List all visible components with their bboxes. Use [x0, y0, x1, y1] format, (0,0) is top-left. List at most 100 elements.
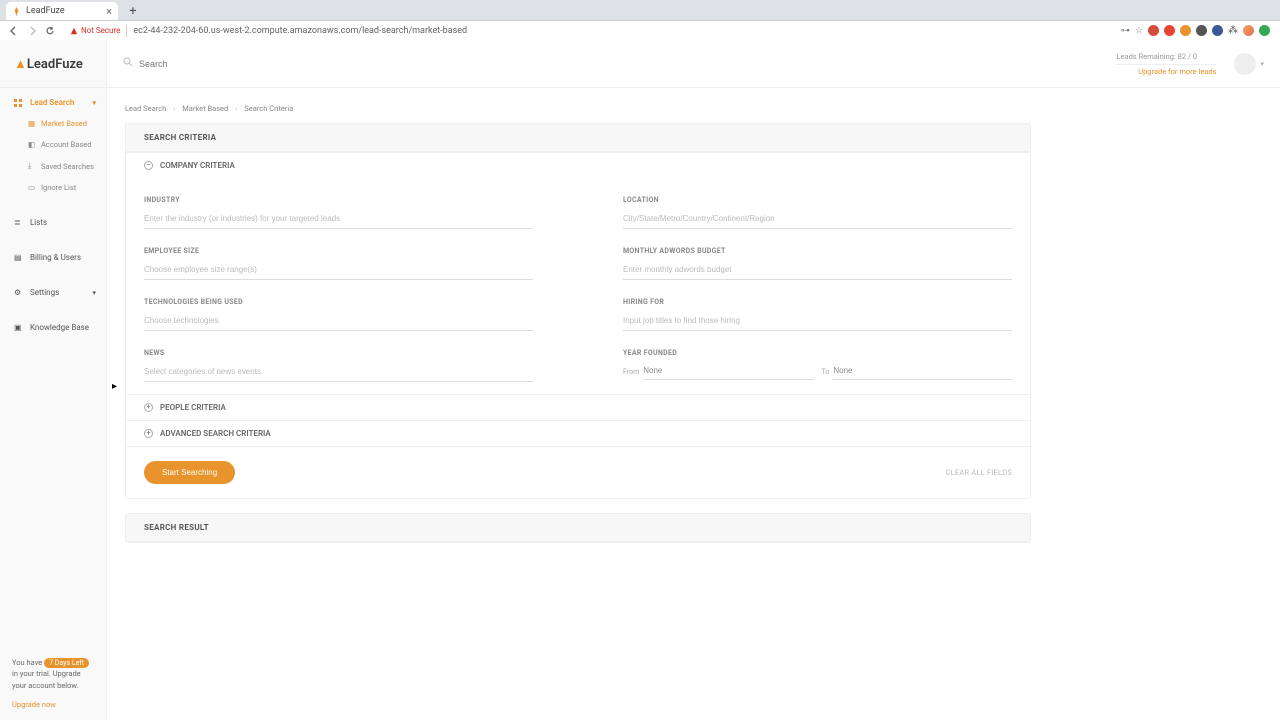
- section-title: COMPANY CRITERIA: [160, 161, 235, 170]
- sidebar-nav: Lead Search ▾ ▦ Market Based ◧ Account B…: [0, 88, 106, 647]
- collapse-icon: –: [144, 161, 153, 170]
- clear-all-link[interactable]: CLEAR ALL FIELDS: [946, 468, 1012, 477]
- back-button[interactable]: [6, 23, 22, 39]
- book-icon: ▣: [14, 323, 24, 332]
- people-criteria-header[interactable]: + PEOPLE CRITERIA: [126, 394, 1030, 420]
- nav-label: Saved Searches: [41, 162, 94, 171]
- chevron-down-icon: ▾: [92, 99, 96, 107]
- leads-info: Leads Remaining: 82 / 0 Upgrade for more…: [1116, 52, 1216, 76]
- global-search-input[interactable]: [139, 59, 339, 69]
- nav-settings[interactable]: ⚙ Settings ▾: [0, 282, 106, 303]
- billing-icon: ▤: [14, 253, 24, 262]
- nav-lead-search[interactable]: Lead Search ▾: [0, 92, 106, 113]
- extension-icon[interactable]: [1148, 25, 1159, 36]
- nav-saved-searches[interactable]: ⤓ Saved Searches: [26, 155, 106, 177]
- sidebar: ▲LeadFuze Lead Search ▾ ▦ Market Based ◧…: [0, 40, 107, 720]
- extension-icon[interactable]: [1259, 25, 1270, 36]
- search-wrap: [123, 57, 1116, 70]
- nav-sub: ▦ Market Based ◧ Account Based ⤓ Saved S…: [0, 113, 106, 198]
- extension-icon[interactable]: [1196, 25, 1207, 36]
- address-bar: Not Secure ec2-44-232-204-60.us-west-2.c…: [0, 20, 1280, 40]
- browser-tab[interactable]: LeadFuze ×: [6, 2, 118, 20]
- forward-button[interactable]: [24, 23, 40, 39]
- year-to: To: [822, 363, 1013, 380]
- nav-label: Ignore List: [41, 183, 76, 192]
- lists-icon: ≣: [14, 218, 24, 227]
- location-input[interactable]: [623, 210, 1012, 229]
- chevron-right-icon: ›: [235, 104, 237, 113]
- nav-lists[interactable]: ≣ Lists: [0, 212, 106, 233]
- key-icon[interactable]: ⊶: [1121, 26, 1130, 36]
- url-text[interactable]: ec2-44-232-204-60.us-west-2.compute.amaz…: [133, 26, 1121, 36]
- year-row: From To: [623, 363, 1012, 380]
- ignore-icon: ▭: [28, 183, 36, 192]
- upgrade-now-link[interactable]: Upgrade now: [12, 699, 94, 710]
- extension-icon[interactable]: [1164, 25, 1175, 36]
- advanced-criteria-header[interactable]: + ADVANCED SEARCH CRITERIA: [126, 420, 1030, 446]
- field-employee-size: EMPLOYEE SIZE: [144, 247, 533, 280]
- security-indicator[interactable]: Not Secure: [70, 26, 120, 35]
- field-industry: INDUSTRY: [144, 196, 533, 229]
- start-searching-button[interactable]: Start Searching: [144, 461, 235, 484]
- grid-icon: [14, 99, 24, 107]
- industry-input[interactable]: [144, 210, 533, 229]
- browser-chrome: LeadFuze × + Not Secure ec2-44-232-204-6…: [0, 0, 1280, 40]
- field-hiring: HIRING FOR: [623, 298, 1012, 331]
- user-menu[interactable]: ▾: [1234, 53, 1264, 75]
- toolbar-right: ⊶ ☆ ⁂: [1121, 25, 1274, 36]
- search-icon: [123, 57, 133, 70]
- nav-account-based[interactable]: ◧ Account Based: [26, 134, 106, 155]
- nav-label: Lists: [30, 218, 47, 227]
- account-icon: ◧: [28, 140, 36, 149]
- nav-ignore-list[interactable]: ▭ Ignore List: [26, 177, 106, 198]
- field-label: INDUSTRY: [144, 196, 533, 204]
- nav-label: Market Based: [41, 119, 87, 128]
- leads-remaining-label: Leads Remaining: 82 / 0: [1116, 52, 1216, 65]
- logo[interactable]: ▲LeadFuze: [0, 40, 106, 88]
- star-icon[interactable]: ☆: [1135, 26, 1143, 36]
- gear-icon: ⚙: [14, 288, 24, 297]
- avatar: [1234, 53, 1256, 75]
- upgrade-leads-link[interactable]: Upgrade for more leads: [1138, 67, 1216, 76]
- breadcrumb-item[interactable]: Market Based: [182, 104, 228, 113]
- main: Leads Remaining: 82 / 0 Upgrade for more…: [107, 40, 1280, 720]
- action-row: Start Searching CLEAR ALL FIELDS: [126, 446, 1030, 498]
- nav-billing[interactable]: ▤ Billing & Users: [0, 247, 106, 268]
- extension-icon[interactable]: [1212, 25, 1223, 36]
- adwords-input[interactable]: [623, 261, 1012, 280]
- company-criteria-header[interactable]: – COMPANY CRITERIA: [126, 152, 1030, 178]
- search-criteria-panel: SEARCH CRITERIA – COMPANY CRITERIA INDUS…: [125, 123, 1031, 499]
- breadcrumb: Lead Search › Market Based › Search Crit…: [125, 104, 1256, 113]
- news-input[interactable]: [144, 363, 533, 382]
- employee-size-input[interactable]: [144, 261, 533, 280]
- company-criteria-body: INDUSTRY LOCATION EMPLOYEE SIZE MONTHLY …: [126, 178, 1030, 394]
- nav-label: Lead Search: [30, 98, 74, 107]
- hiring-input[interactable]: [623, 312, 1012, 331]
- year-from-input[interactable]: [643, 363, 813, 380]
- field-label: YEAR FOUNDED: [623, 349, 1012, 357]
- technologies-input[interactable]: [144, 312, 533, 331]
- profile-avatar-icon[interactable]: [1243, 25, 1254, 36]
- year-to-input[interactable]: [833, 363, 1012, 380]
- search-result-panel: SEARCH RESULT: [125, 513, 1031, 543]
- breadcrumb-item[interactable]: Lead Search: [125, 104, 166, 113]
- expand-icon: +: [144, 403, 153, 412]
- app-root: ▲LeadFuze Lead Search ▾ ▦ Market Based ◧…: [0, 40, 1280, 720]
- new-tab-button[interactable]: +: [124, 2, 142, 20]
- reload-button[interactable]: [42, 23, 58, 39]
- nav-label: Settings: [30, 288, 59, 297]
- save-icon: ⤓: [28, 161, 36, 171]
- nav-label: Account Based: [41, 140, 91, 149]
- panel-title: SEARCH RESULT: [126, 514, 1030, 542]
- topbar: Leads Remaining: 82 / 0 Upgrade for more…: [107, 40, 1280, 88]
- section-title: ADVANCED SEARCH CRITERIA: [160, 429, 271, 438]
- nav-market-based[interactable]: ▦ Market Based: [26, 113, 106, 134]
- extension-icon[interactable]: [1180, 25, 1191, 36]
- chevron-down-icon: ▾: [1260, 60, 1264, 68]
- extensions-menu-icon[interactable]: ⁂: [1228, 25, 1238, 36]
- nav-knowledge[interactable]: ▣ Knowledge Base: [0, 317, 106, 338]
- tab-close-icon[interactable]: ×: [106, 5, 112, 18]
- year-from: From: [623, 363, 814, 380]
- nav-label: Knowledge Base: [30, 323, 89, 332]
- from-label: From: [623, 368, 639, 376]
